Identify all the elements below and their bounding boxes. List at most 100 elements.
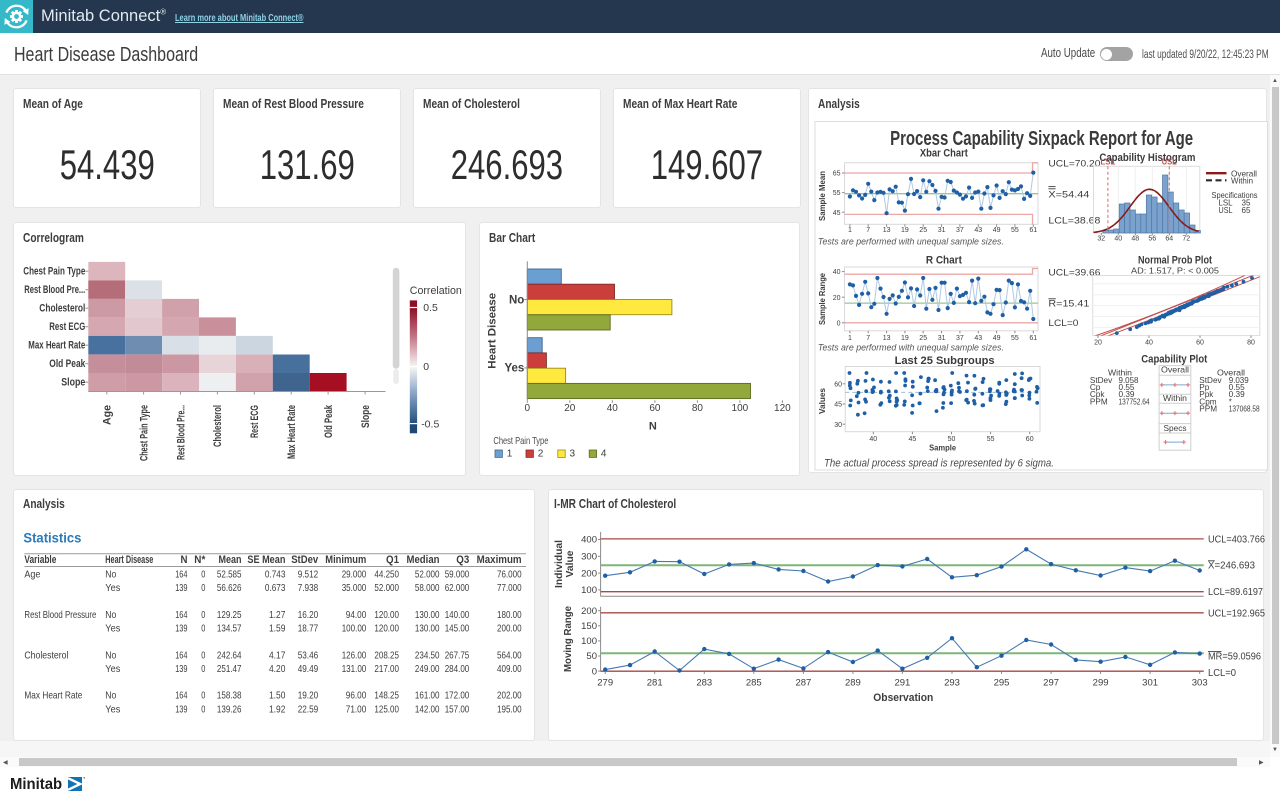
svg-text:120: 120 xyxy=(774,403,791,414)
svg-text:LSL: LSL xyxy=(1100,157,1115,166)
svg-text:Minimum: Minimum xyxy=(325,554,366,566)
svg-text:300: 300 xyxy=(581,551,597,562)
svg-text:Slope: Slope xyxy=(360,405,372,428)
svg-text:0: 0 xyxy=(525,403,531,414)
svg-text:285: 285 xyxy=(746,677,762,688)
svg-text:7: 7 xyxy=(866,335,870,342)
svg-text:Slope: Slope xyxy=(61,377,85,389)
svg-text:1: 1 xyxy=(507,449,513,460)
svg-text:251.47: 251.47 xyxy=(217,662,242,674)
svg-text:77.000: 77.000 xyxy=(497,582,522,594)
svg-text:202.00: 202.00 xyxy=(497,689,522,701)
svg-text:131.00: 131.00 xyxy=(342,662,367,674)
svg-text:100: 100 xyxy=(581,585,597,596)
svg-text:Values: Values xyxy=(817,388,827,414)
svg-text:72: 72 xyxy=(1182,235,1190,242)
svg-text:AD: 1.517, P: < 0.005: AD: 1.517, P: < 0.005 xyxy=(1131,266,1220,275)
svg-text:180.00: 180.00 xyxy=(497,608,522,620)
svg-text:Rest ECG: Rest ECG xyxy=(49,321,85,333)
svg-text:Cholesterol: Cholesterol xyxy=(212,405,224,447)
svg-text:Observation: Observation xyxy=(873,691,933,703)
svg-text:44.250: 44.250 xyxy=(374,568,399,580)
svg-text:Capability Plot: Capability Plot xyxy=(1141,353,1207,365)
svg-text:MR=59.0596: MR=59.0596 xyxy=(1208,651,1261,662)
svg-text:52.585: 52.585 xyxy=(217,568,242,580)
svg-text:31: 31 xyxy=(938,227,946,234)
svg-text:55: 55 xyxy=(833,190,841,197)
svg-text:150: 150 xyxy=(581,621,597,632)
svg-text:1.59: 1.59 xyxy=(269,622,286,634)
svg-text:100.00: 100.00 xyxy=(342,622,367,634)
svg-text:139.26: 139.26 xyxy=(217,703,242,715)
svg-text:Cholesterol: Cholesterol xyxy=(39,303,85,315)
svg-text:30: 30 xyxy=(834,422,842,429)
svg-text:164: 164 xyxy=(175,608,187,620)
svg-text:45: 45 xyxy=(834,402,842,409)
svg-text:Maximum: Maximum xyxy=(477,554,522,566)
svg-text:267.75: 267.75 xyxy=(445,649,470,661)
svg-text:PPM: PPM xyxy=(1199,404,1217,413)
svg-text:120.00: 120.00 xyxy=(374,608,399,620)
svg-text:9.512: 9.512 xyxy=(298,568,319,580)
svg-text:55: 55 xyxy=(987,436,995,443)
svg-text:Within: Within xyxy=(1163,393,1187,403)
svg-text:4: 4 xyxy=(601,449,607,460)
svg-text:0: 0 xyxy=(837,320,841,327)
svg-text:20: 20 xyxy=(1094,340,1102,347)
svg-text:242.64: 242.64 xyxy=(217,649,242,661)
svg-text:Chest Pain Type: Chest Pain Type xyxy=(493,435,548,447)
svg-text:58.000: 58.000 xyxy=(415,582,440,594)
svg-text:StDev: StDev xyxy=(291,554,319,566)
svg-text:7.938: 7.938 xyxy=(298,582,319,594)
svg-text:40: 40 xyxy=(1114,235,1122,242)
svg-text:3: 3 xyxy=(570,449,576,460)
svg-text:Max Heart Rate: Max Heart Rate xyxy=(28,340,85,352)
svg-text:283: 283 xyxy=(696,677,712,688)
svg-text:301: 301 xyxy=(1142,677,1158,688)
svg-text:200: 200 xyxy=(581,605,597,616)
svg-text:4.20: 4.20 xyxy=(269,662,286,674)
svg-text:564.00: 564.00 xyxy=(497,649,522,661)
svg-text:80: 80 xyxy=(1247,340,1255,347)
svg-text:80: 80 xyxy=(692,403,704,414)
svg-text:LCL=38.68: LCL=38.68 xyxy=(1048,215,1100,226)
svg-text:Age: Age xyxy=(102,405,114,425)
svg-text:Sample Mean: Sample Mean xyxy=(817,171,827,221)
svg-text:Rest ECG: Rest ECG xyxy=(249,405,261,438)
svg-text:1.92: 1.92 xyxy=(269,703,286,715)
svg-text:Age: Age xyxy=(24,568,40,580)
svg-text:60: 60 xyxy=(1196,340,1204,347)
svg-text:Statistics: Statistics xyxy=(23,529,81,545)
svg-text:40: 40 xyxy=(833,269,841,276)
svg-text:18.77: 18.77 xyxy=(298,622,319,634)
svg-text:PPM: PPM xyxy=(1090,397,1108,406)
svg-text:139: 139 xyxy=(175,662,187,674)
svg-text:Specs: Specs xyxy=(1164,423,1187,433)
svg-text:Xbar Chart: Xbar Chart xyxy=(920,148,968,160)
svg-text:400: 400 xyxy=(581,534,597,545)
svg-text:SE Mean: SE Mean xyxy=(247,554,285,566)
svg-text:48: 48 xyxy=(1131,235,1139,242)
svg-text:0: 0 xyxy=(423,361,429,373)
svg-text:0: 0 xyxy=(201,662,205,674)
svg-text:158.38: 158.38 xyxy=(217,689,242,701)
svg-text:25: 25 xyxy=(919,335,927,342)
svg-text:16.20: 16.20 xyxy=(298,608,319,620)
svg-text:0: 0 xyxy=(201,703,205,715)
svg-text:1.50: 1.50 xyxy=(269,689,286,701)
svg-text:52.000: 52.000 xyxy=(374,582,399,594)
svg-text:No: No xyxy=(509,294,524,306)
svg-text:287: 287 xyxy=(795,677,811,688)
svg-text:Old Peak: Old Peak xyxy=(49,358,86,370)
svg-text:295: 295 xyxy=(994,677,1010,688)
svg-text:Moving Range: Moving Range xyxy=(562,605,574,671)
svg-text:299: 299 xyxy=(1093,677,1109,688)
svg-text:49: 49 xyxy=(993,227,1001,234)
svg-text:The actual process spread is r: The actual process spread is represented… xyxy=(824,458,1054,470)
svg-text:0: 0 xyxy=(201,622,205,634)
svg-text:0: 0 xyxy=(201,689,205,701)
svg-text:29.000: 29.000 xyxy=(342,568,367,580)
svg-text:Max Heart Rate: Max Heart Rate xyxy=(286,405,298,459)
svg-text:130.00: 130.00 xyxy=(415,622,440,634)
svg-text:N*: N* xyxy=(194,554,206,566)
